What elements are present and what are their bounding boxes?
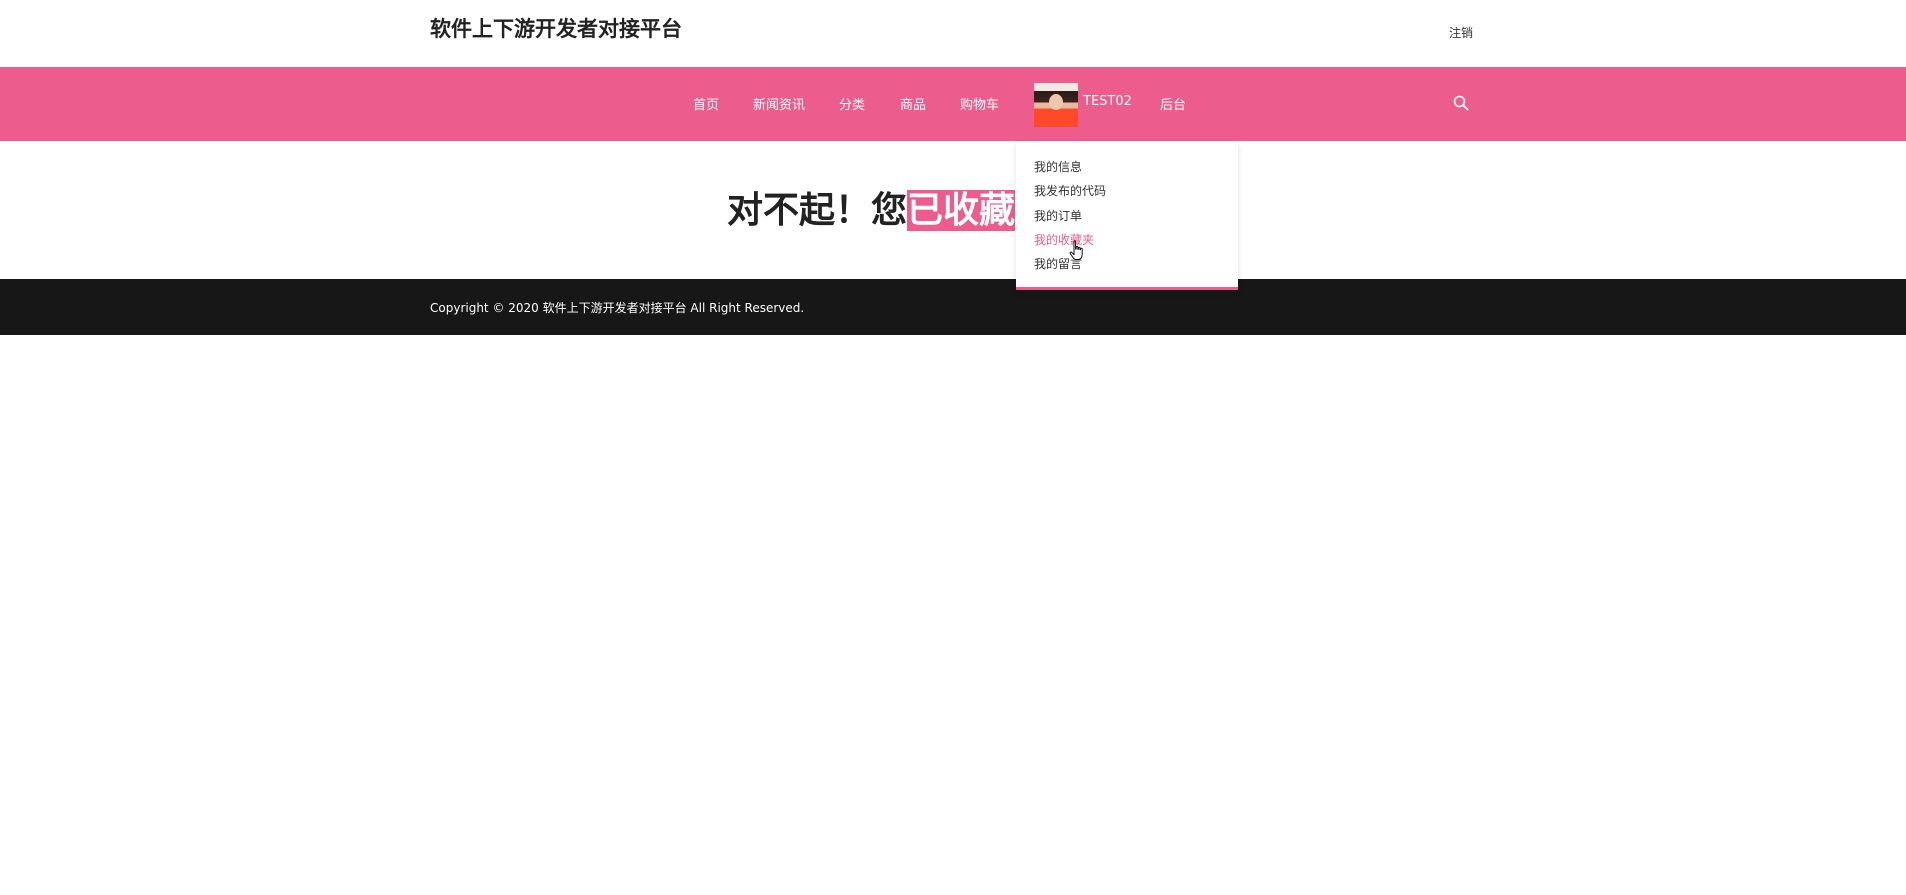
user-avatar[interactable] [1034,83,1078,127]
nav-username[interactable]: TEST02 [1083,94,1132,109]
footer: Copyright © 2020 软件上下游开发者对接平台 All Right … [0,279,1906,335]
headline: 对不起！您已收藏 [727,185,1016,237]
avatar-face [1049,94,1063,110]
hand-cursor-icon [1069,240,1087,262]
top-header: 软件上下游开发者对接平台 注销 [0,0,1906,67]
main-content: 对不起！您已收藏 [0,141,1906,279]
dropdown-item-my-code[interactable]: 我发布的代码 [1034,182,1106,199]
copyright-text: Copyright © 2020 软件上下游开发者对接平台 All Right … [430,301,805,315]
dropdown-item-my-info[interactable]: 我的信息 [1034,158,1082,175]
nav-item-home[interactable]: 首页 [693,94,719,113]
user-dropdown-menu: 我的信息 我发布的代码 我的订单 我的收藏夹 我的留言 [1016,142,1238,290]
site-title[interactable]: 软件上下游开发者对接平台 [430,13,682,43]
headline-highlight: 已收藏 [907,190,1016,231]
headline-prefix: 对不起！您 [727,190,908,231]
nav-item-products[interactable]: 商品 [900,94,926,113]
nav-item-news[interactable]: 新闻资讯 [753,94,805,113]
dropdown-item-my-orders[interactable]: 我的订单 [1034,207,1082,224]
search-icon[interactable] [1453,95,1469,111]
logout-link[interactable]: 注销 [1449,24,1473,41]
nav-item-category[interactable]: 分类 [839,94,865,113]
main-navbar: 首页 新闻资讯 分类 商品 购物车 TEST02 后台 [0,67,1906,141]
nav-item-cart[interactable]: 购物车 [960,94,999,113]
nav-item-admin[interactable]: 后台 [1160,94,1186,113]
